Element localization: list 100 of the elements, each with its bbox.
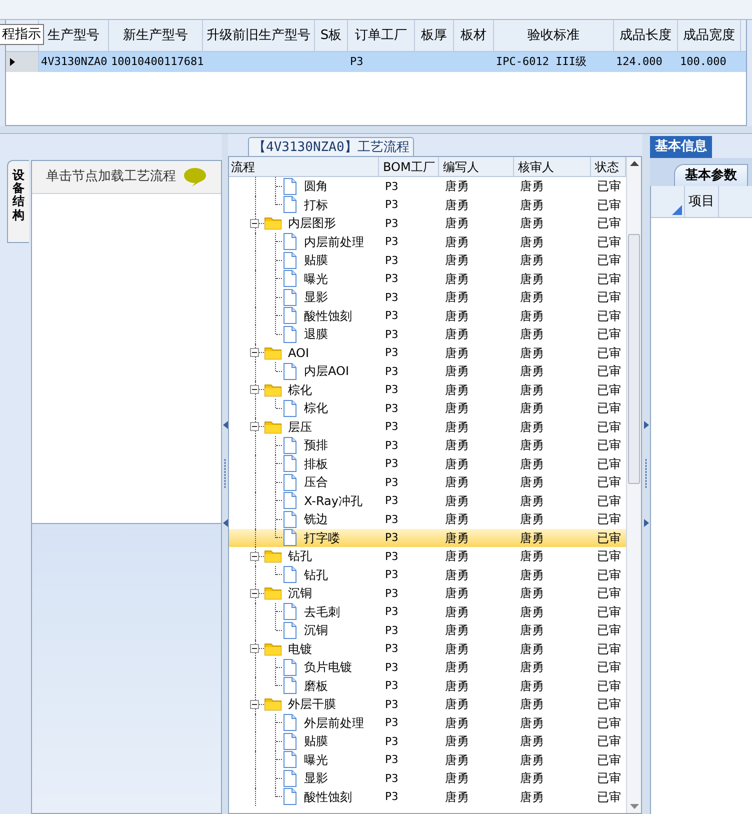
tree-row[interactable]: 沉铜 P3 唐勇 唐勇 已审: [229, 584, 626, 602]
tree-row[interactable]: 压合 P3 唐勇 唐勇 已审: [229, 473, 626, 492]
column-header[interactable]: 升级前旧生产型号: [203, 20, 315, 51]
column-header[interactable]: 编写人: [439, 157, 514, 176]
tree-row[interactable]: 电镀 P3 唐勇 唐勇 已审: [229, 640, 626, 658]
tree-row[interactable]: 圆角 P3 唐勇 唐勇 已审: [229, 177, 626, 196]
column-header[interactable]: 验收标准: [494, 20, 614, 51]
tree-row[interactable]: 去毛刺 P3 唐勇 唐勇 已审: [229, 602, 626, 621]
tree-row[interactable]: 棕化 P3 唐勇 唐勇 已审: [229, 380, 626, 399]
node-label[interactable]: 预排: [304, 439, 328, 452]
node-label[interactable]: 外层干膜: [288, 698, 336, 710]
column-header[interactable]: 流程: [229, 157, 379, 176]
collapse-arrow-icon[interactable]: [222, 421, 228, 429]
column-header[interactable]: 板材: [454, 20, 494, 51]
node-label[interactable]: 显影: [304, 291, 328, 304]
node-label[interactable]: 棕化: [304, 402, 328, 414]
tree-row[interactable]: 打标 P3 唐勇 唐勇 已审: [229, 196, 626, 214]
tree-row[interactable]: 钻孔 P3 唐勇 唐勇 已审: [229, 547, 626, 566]
tree-row[interactable]: 显影 P3 唐勇 唐勇 已审: [229, 288, 626, 306]
tree-row[interactable]: 曝光 P3 唐勇 唐勇 已审: [229, 750, 626, 769]
node-label[interactable]: 退膜: [304, 328, 328, 340]
tree-row[interactable]: 曝光 P3 唐勇 唐勇 已审: [229, 270, 626, 288]
node-label[interactable]: 外层前处理: [304, 716, 364, 729]
table-row[interactable]: 4V3130NZA0 10010400117681 P3 IPC-6012 III级 124.000 100.000: [6, 52, 746, 72]
expand-toggle[interactable]: [250, 588, 259, 598]
node-label[interactable]: 排板: [304, 458, 328, 470]
side-tab[interactable]: 设备结构: [7, 160, 29, 243]
tree-row[interactable]: 磨板 P3 唐勇 唐勇 已审: [229, 676, 626, 695]
node-label[interactable]: 圆角: [304, 180, 328, 192]
expand-toggle[interactable]: [250, 700, 259, 709]
tree-row[interactable]: 钻孔 P3 唐勇 唐勇 已审: [229, 566, 626, 584]
node-label[interactable]: 负片电镀: [304, 661, 352, 674]
node-label[interactable]: 贴膜: [304, 735, 328, 748]
node-label[interactable]: 内层前处理: [304, 236, 364, 248]
node-label[interactable]: 铣边: [304, 513, 328, 526]
node-label[interactable]: 钻孔: [304, 568, 328, 581]
column-header[interactable]: 新生产型号: [109, 20, 203, 51]
node-label[interactable]: AOI: [288, 346, 309, 359]
expand-toggle[interactable]: [250, 422, 259, 432]
column-header[interactable]: BOM工厂: [379, 157, 439, 176]
collapse-arrow-icon[interactable]: [644, 421, 648, 429]
collapse-arrow-icon[interactable]: [644, 519, 648, 527]
column-header[interactable]: 板厚: [415, 20, 454, 51]
node-label[interactable]: 钻孔: [288, 550, 312, 562]
expand-toggle[interactable]: [250, 644, 259, 654]
node-label[interactable]: 沉铜: [288, 587, 312, 600]
expand-toggle[interactable]: [250, 218, 259, 228]
node-label[interactable]: 内层AOI: [304, 365, 349, 378]
node-label[interactable]: 沉铜: [304, 624, 328, 636]
node-label[interactable]: 内层图形: [288, 217, 336, 230]
tree-row[interactable]: 内层前处理 P3 唐勇 唐勇 已审: [229, 232, 626, 251]
node-label[interactable]: 曝光: [304, 754, 328, 766]
tree-row[interactable]: 退膜 P3 唐勇 唐勇 已审: [229, 325, 626, 344]
tree-row[interactable]: 贴膜 P3 唐勇 唐勇 已审: [229, 251, 626, 270]
tree-row[interactable]: 显影 P3 唐勇 唐勇 已审: [229, 769, 626, 788]
tree-row[interactable]: 排板 P3 唐勇 唐勇 已审: [229, 454, 626, 473]
node-label[interactable]: 压合: [304, 476, 328, 488]
tree-row[interactable]: 外层前处理 P3 唐勇 唐勇 已审: [229, 714, 626, 732]
node-label[interactable]: X-Ray冲孔: [304, 494, 362, 507]
node-label[interactable]: 电镀: [288, 642, 312, 655]
expand-toggle[interactable]: [250, 552, 259, 561]
column-header[interactable]: 成品宽度: [678, 20, 741, 51]
tree-row[interactable]: 负片电镀 P3 唐勇 唐勇 已审: [229, 658, 626, 676]
tree-row[interactable]: 层压 P3 唐勇 唐勇 已审: [229, 418, 626, 436]
node-label[interactable]: 磨板: [304, 680, 328, 692]
column-header[interactable]: S板: [315, 20, 348, 51]
splitter-grip-icon[interactable]: [644, 459, 648, 489]
column-header[interactable]: 订单工厂: [348, 20, 415, 51]
column-header[interactable]: 成品长度: [614, 20, 678, 51]
tree-row[interactable]: 酸性蚀刻 P3 唐勇 唐勇 已审: [229, 306, 626, 325]
node-label[interactable]: 棕化: [288, 384, 312, 396]
tree-row[interactable]: 内层图形 P3 唐勇 唐勇 已审: [229, 214, 626, 232]
tree-row[interactable]: 酸性蚀刻 P3 唐勇 唐勇 已审: [229, 788, 626, 806]
tree-row[interactable]: 预排 P3 唐勇 唐勇 已审: [229, 436, 626, 454]
tree-row[interactable]: 贴膜 P3 唐勇 唐勇 已审: [229, 732, 626, 750]
table-cell: 已审: [597, 772, 621, 784]
node-label[interactable]: 酸性蚀刻: [304, 790, 352, 803]
collapse-arrow-icon[interactable]: [222, 519, 228, 527]
tree-row[interactable]: X-Ray冲孔 P3 唐勇 唐勇 已审: [229, 492, 626, 510]
node-label[interactable]: 酸性蚀刻: [304, 310, 352, 322]
panel-tab[interactable]: 基本信息: [650, 136, 712, 158]
node-label[interactable]: 打字喽: [304, 532, 340, 544]
tree-row[interactable]: 沉铜 P3 唐勇 唐勇 已审: [229, 621, 626, 640]
node-label[interactable]: 曝光: [304, 272, 328, 285]
node-label[interactable]: 贴膜: [304, 254, 328, 266]
tree-row[interactable]: 棕化 P3 唐勇 唐勇 已审: [229, 399, 626, 418]
node-label[interactable]: 层压: [288, 420, 312, 433]
tree-row[interactable]: AOI P3 唐勇 唐勇 已审: [229, 344, 626, 362]
expand-toggle[interactable]: [250, 385, 259, 394]
tree-row[interactable]: 内层AOI P3 唐勇 唐勇 已审: [229, 362, 626, 380]
panel-tab[interactable]: 基本参数: [674, 164, 748, 186]
tree-row[interactable]: 外层干膜 P3 唐勇 唐勇 已审: [229, 695, 626, 714]
expand-toggle[interactable]: [250, 348, 259, 358]
column-header[interactable]: 核审人: [514, 157, 591, 176]
node-label[interactable]: 去毛刺: [304, 606, 340, 618]
node-label[interactable]: 打标: [304, 198, 328, 211]
scrollbar-thumb[interactable]: [628, 234, 640, 484]
splitter-grip-icon[interactable]: [224, 459, 226, 489]
node-label[interactable]: 显影: [304, 772, 328, 784]
tree-row[interactable]: 打字喽 P3 唐勇 唐勇 已审: [229, 528, 626, 547]
